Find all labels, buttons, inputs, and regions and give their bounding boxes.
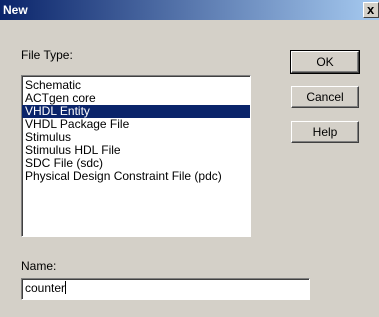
name-field[interactable]: counter [21, 278, 310, 300]
close-icon: x [367, 2, 375, 17]
help-button[interactable]: Help [291, 121, 359, 143]
title-bar: New x [0, 0, 379, 20]
close-button[interactable]: x [363, 2, 379, 18]
text-caret [65, 281, 67, 294]
name-label: Name: [21, 259, 57, 273]
file-type-list[interactable]: Schematic ACTgen core VHDL Entity VHDL P… [21, 75, 251, 237]
window-title: New [3, 3, 28, 17]
name-value: counter [25, 281, 66, 295]
ok-button[interactable]: OK [290, 50, 360, 74]
file-type-label: File Type: [21, 48, 73, 62]
list-item[interactable]: Physical Design Constraint File (pdc) [22, 170, 250, 183]
cancel-button[interactable]: Cancel [291, 86, 359, 108]
